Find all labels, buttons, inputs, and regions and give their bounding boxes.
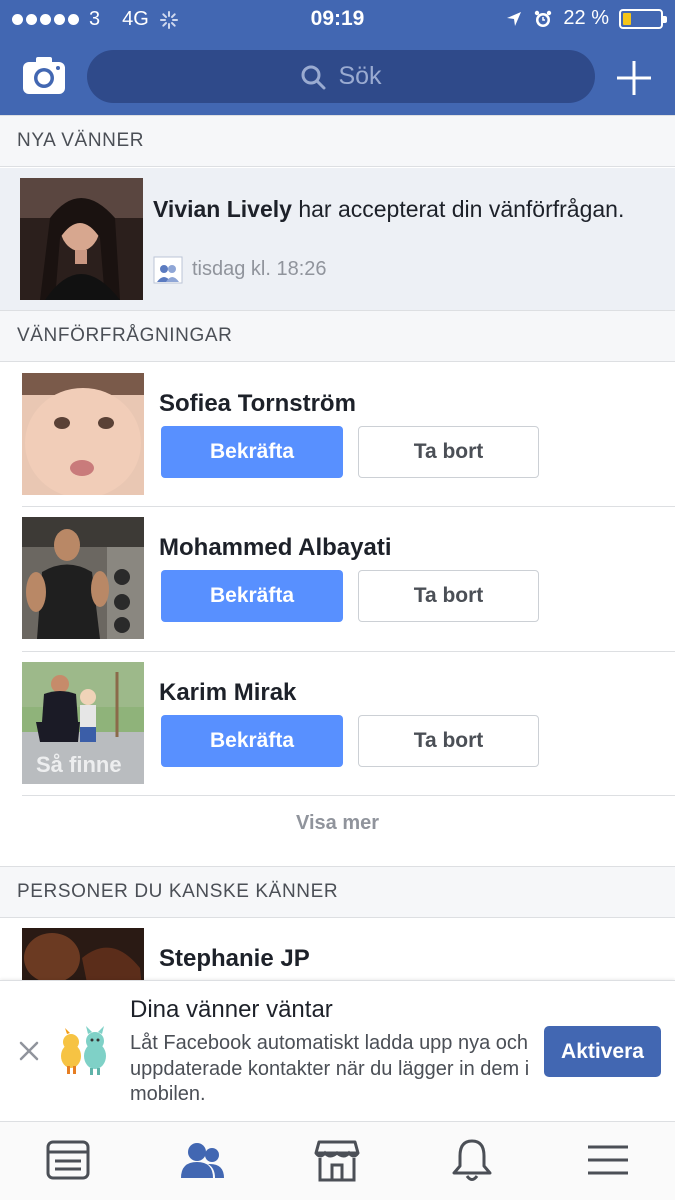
plus-icon[interactable] [612,56,656,100]
divider [22,795,675,796]
banner-body: Låt Facebook automatiskt ladda upp nya o… [130,1032,530,1105]
remove-button[interactable]: Ta bort [358,570,539,622]
suggestion-item: Stephanie JP [0,918,675,980]
marketplace-icon[interactable] [313,1136,361,1184]
section-header-new-friends: NYA VÄNNER [0,115,675,167]
search-input[interactable]: Sök [87,50,595,103]
friends-icon[interactable] [178,1136,226,1184]
remove-button[interactable]: Ta bort [358,426,539,478]
suggestion-name[interactable]: Stephanie JP [159,945,310,973]
confirm-button[interactable]: Bekräfta [161,426,343,478]
new-friend-notification[interactable]: Vivian Lively har accepterat din vänförf… [0,168,675,311]
request-name[interactable]: Mohammed Albayati [159,534,392,562]
avatar[interactable] [22,517,144,639]
alarm-clock-icon [535,10,552,27]
search-icon [301,65,326,89]
battery-percent: 22 % [563,7,609,29]
news-feed-icon[interactable] [44,1136,92,1184]
request-name[interactable]: Sofiea Tornström [159,390,356,418]
activate-button[interactable]: Aktivera [544,1026,661,1077]
show-more-link[interactable]: Visa mer [0,812,675,835]
avatar[interactable]: Så finne [22,662,144,784]
section-header-people-you-may-know: PERSONER DU KANSKE KÄNNER [0,866,675,918]
friend-request-item: Mohammed Albayati Bekräfta Ta bort [0,507,675,652]
battery-icon [619,8,667,29]
photo-caption: Så finne [36,752,122,777]
notification-timestamp: tisdag kl. 18:26 [192,258,327,280]
mascots-illustration-icon [61,1026,106,1075]
search-placeholder: Sök [338,62,382,90]
contact-upload-banner: Dina vänner väntar Låt Facebook automati… [0,980,675,1121]
avatar[interactable] [22,928,144,980]
avatar[interactable] [20,178,143,300]
friend-request-item: Sofiea Tornström Bekräfta Ta bort [0,363,675,508]
remove-button[interactable]: Ta bort [358,715,539,767]
section-header-friend-requests: VÄNFÖRFRÅGNINGAR [0,310,675,362]
top-bar: 3 4G 09:19 22 % Sök [0,0,675,116]
avatar[interactable] [22,373,144,495]
confirm-button[interactable]: Bekräfta [161,715,343,767]
notification-text: Vivian Lively har accepterat din vänförf… [153,195,653,224]
bottom-tab-bar [0,1121,675,1200]
friends-badge-icon [153,256,183,284]
confirm-button[interactable]: Bekräfta [161,570,343,622]
camera-icon[interactable] [22,56,66,96]
request-name[interactable]: Karim Mirak [159,679,296,707]
status-bar: 3 4G 09:19 22 % [0,0,675,40]
friend-request-item: Så finne Karim Mirak Bekräfta Ta bort [0,652,675,797]
notification-message: har accepterat din vänförfrågan. [291,196,625,222]
location-arrow-icon [507,11,522,26]
friend-name[interactable]: Vivian Lively [153,196,292,222]
menu-icon[interactable] [584,1136,632,1184]
notifications-icon[interactable] [448,1136,496,1184]
close-icon[interactable] [16,1038,42,1064]
banner-title: Dina vänner väntar [130,996,333,1023]
